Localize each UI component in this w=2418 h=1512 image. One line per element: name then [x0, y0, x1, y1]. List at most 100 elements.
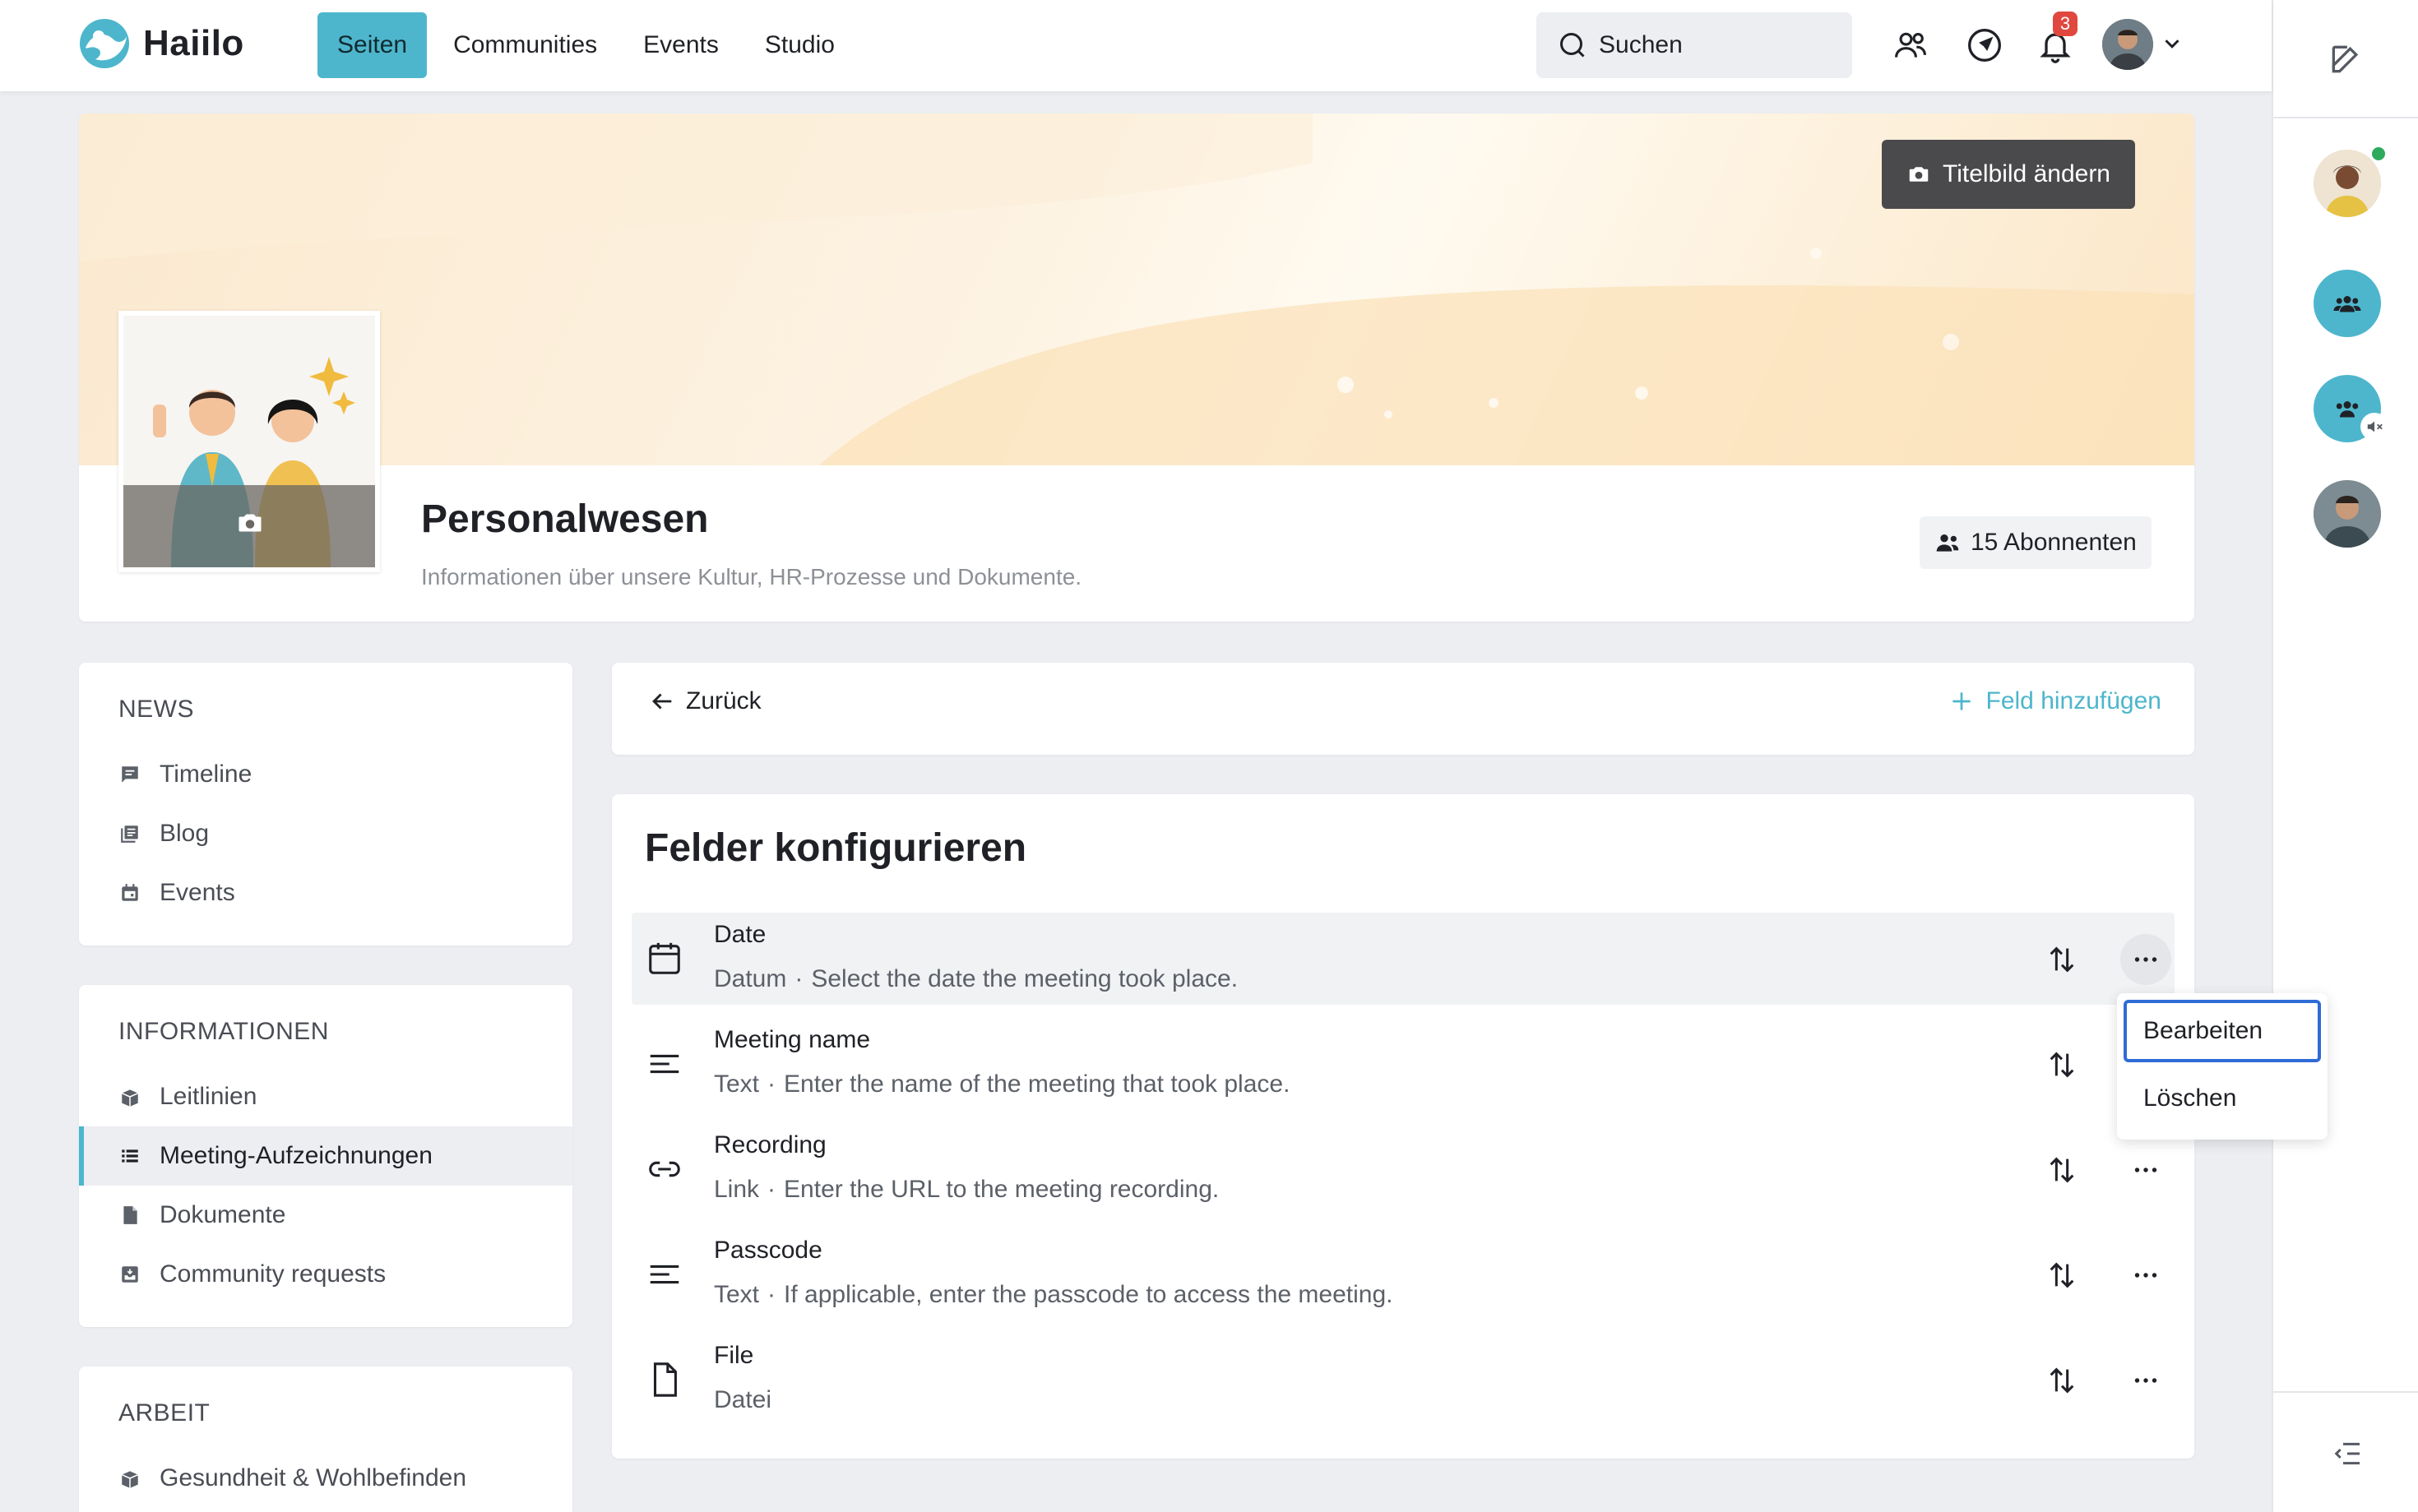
reorder-icon[interactable] [2041, 1044, 2082, 1085]
field-row-date[interactable]: Date Datum · Select the date the meeting t… [632, 913, 2175, 1005]
nav-events[interactable]: Events [623, 12, 739, 78]
more-options-icon[interactable] [2120, 934, 2171, 985]
sidebar-section-arbeit: ARBEIT Gesundheit & Wohlbefinden [79, 1366, 572, 1512]
camera-icon [1909, 167, 1929, 182]
main-nav: Seiten Communities Events Studio [317, 12, 861, 78]
reorder-icon[interactable] [2041, 1360, 2082, 1401]
field-help-text: Select the date the meeting took place. [811, 965, 1239, 992]
menu-item-loeschen[interactable]: Löschen [2124, 1067, 2321, 1130]
sidebar-item-events[interactable]: Events [79, 863, 572, 922]
more-options-icon[interactable] [2120, 1144, 2171, 1195]
document-icon [118, 1204, 141, 1227]
nav-studio[interactable]: Studio [745, 12, 855, 78]
cover-image: Titelbild ändern [79, 113, 2194, 465]
field-context-menu: Bearbeiten Löschen [2117, 993, 2328, 1140]
brand-name: Haiilo [143, 23, 244, 63]
menu-item-bearbeiten[interactable]: Bearbeiten [2124, 1000, 2321, 1062]
reorder-icon[interactable] [2041, 1149, 2082, 1191]
top-navigation-bar: Haiilo Seiten Communities Events Studio … [0, 0, 2272, 91]
muted-icon [2360, 413, 2388, 441]
add-field-button[interactable]: Feld hinzufügen [1948, 687, 2162, 715]
field-name: Meeting name [714, 1026, 871, 1053]
section-title: Felder konfigurieren [645, 826, 1027, 870]
sidebar-section-news: NEWS Timeline Blog Events [79, 663, 572, 946]
text-icon [642, 1041, 688, 1087]
search-icon [1560, 33, 1585, 58]
sidebar-item-leitlinien[interactable]: Leitlinien [79, 1067, 572, 1126]
search-placeholder: Suchen [1599, 31, 1683, 58]
compose-icon[interactable] [2328, 41, 2364, 81]
people-icon [1936, 534, 1959, 552]
field-type: Text [714, 1070, 760, 1098]
add-field-label: Feld hinzufügen [1985, 687, 2162, 714]
calendar-icon [642, 936, 688, 982]
more-options-icon[interactable] [2120, 1355, 2171, 1406]
sidebar-heading: ARBEIT [118, 1399, 211, 1426]
reorder-icon[interactable] [2041, 1255, 2082, 1296]
text-icon [642, 1251, 688, 1297]
collapse-panel-icon[interactable] [2331, 1437, 2364, 1474]
plus-icon [1952, 692, 1971, 710]
page-avatar-image[interactable] [118, 311, 380, 572]
field-row-file[interactable]: File Datei [632, 1334, 2175, 1426]
people-icon[interactable] [1890, 25, 1931, 66]
sidebar-item-meeting-aufzeichnungen[interactable]: Meeting-Aufzeichnungen [79, 1126, 572, 1186]
sidebar-item-label: Timeline [160, 761, 252, 788]
navigation-compass-icon[interactable] [1964, 25, 2005, 66]
sidebar-item-blog[interactable]: Blog [79, 804, 572, 863]
list-icon [118, 1144, 141, 1168]
field-type: Datum [714, 965, 787, 992]
field-row-recording[interactable]: Recording Link · Enter the URL to the meet… [632, 1123, 2175, 1215]
page-description: Informationen über unsere Kultur, HR-Pro… [421, 564, 1082, 590]
camera-icon[interactable] [235, 508, 265, 542]
change-cover-button[interactable]: Titelbild ändern [1881, 140, 2135, 209]
timeline-icon [118, 763, 141, 786]
field-help-text: Enter the name of the meeting that took … [784, 1070, 1290, 1098]
subscribers-button[interactable]: 15 Abonnenten [1920, 516, 2152, 569]
sidebar-item-label: Leitlinien [160, 1083, 257, 1110]
change-cover-label: Titelbild ändern [1942, 160, 2110, 187]
field-row-passcode[interactable]: Passcode Text · If applicable, enter the p… [632, 1228, 2175, 1320]
field-help-text: Enter the URL to the meeting recording. [784, 1176, 1220, 1203]
chat-avatar-woman[interactable] [2314, 150, 2381, 217]
sidebar-item-gesundheit[interactable]: Gesundheit & Wohlbefinden [79, 1449, 572, 1508]
sidebar-item-timeline[interactable]: Timeline [79, 745, 572, 804]
nav-seiten[interactable]: Seiten [317, 12, 428, 78]
sidebar-heading: NEWS [118, 696, 194, 723]
sidebar-item-label: Gesundheit & Wohlbefinden [160, 1464, 467, 1491]
blog-icon [118, 822, 141, 845]
subscribers-count: 15 Abonnenten [1971, 529, 2137, 556]
right-rail [2272, 0, 2418, 1512]
chat-avatar-man[interactable] [2314, 480, 2381, 548]
back-label: Zurück [686, 687, 762, 714]
chevron-down-icon[interactable] [2160, 31, 2184, 60]
field-description: Datei [714, 1386, 771, 1414]
file-icon [642, 1357, 688, 1403]
group-chat-avatar[interactable] [2314, 270, 2381, 337]
notification-badge: 3 [2053, 12, 2078, 36]
user-avatar[interactable] [2102, 19, 2153, 70]
more-options-icon[interactable] [2120, 1250, 2171, 1301]
field-row-meeting-name[interactable]: Meeting name Text · Enter the name of the … [632, 1018, 2175, 1110]
sidebar-item-label: Meeting-Aufzeichnungen [160, 1142, 433, 1169]
fields-config-card: Felder konfigurieren Date Datum · Select t… [612, 794, 2194, 1459]
reorder-icon[interactable] [2041, 939, 2082, 980]
search-input[interactable]: Suchen [1536, 12, 1852, 78]
field-type: Datei [714, 1386, 772, 1413]
nav-communities[interactable]: Communities [433, 12, 617, 78]
group-icon [2336, 401, 2359, 418]
page-header: Titelbild ändern Personalwesen Informati… [79, 113, 2194, 622]
rail-divider [2273, 1391, 2418, 1393]
field-type: Link [714, 1176, 760, 1203]
sidebar-heading: INFORMATIONEN [118, 1018, 329, 1045]
page-title: Personalwesen [421, 497, 709, 541]
field-name: Recording [714, 1131, 827, 1158]
field-type: Text [714, 1281, 760, 1308]
back-button[interactable]: Zurück [648, 687, 762, 715]
sidebar-item-dokumente[interactable]: Dokumente [79, 1186, 572, 1245]
sidebar-item-community-requests[interactable]: Community requests [79, 1245, 572, 1304]
haiilo-logo[interactable]: Haiilo [77, 16, 244, 71]
sidebar-section-informationen: INFORMATIONEN Leitlinien Meeting-Aufzeic… [79, 985, 572, 1327]
field-help-text: If applicable, enter the passcode to acc… [784, 1281, 1393, 1308]
inbox-icon [118, 1263, 141, 1286]
